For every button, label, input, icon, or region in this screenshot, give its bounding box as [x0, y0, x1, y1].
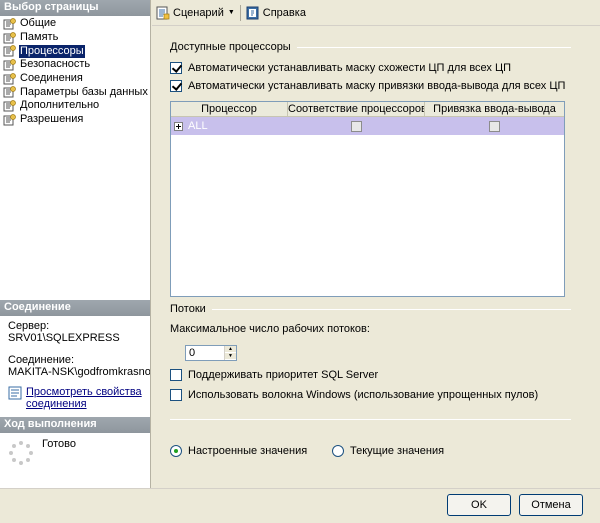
server-label: Сервер: — [8, 320, 50, 332]
progress-header: Ход выполнения — [0, 417, 150, 433]
max-threads-input[interactable] — [186, 346, 224, 360]
configured-values-option[interactable]: Настроенные значения — [170, 445, 307, 457]
sidebar-item-processors[interactable]: Процессоры — [3, 44, 149, 58]
page-list: Общие Память Процессоры Безопасность Сое… — [3, 17, 149, 127]
connection-header: Соединение — [0, 300, 150, 316]
script-label: Сценарий — [173, 6, 224, 19]
sidebar-item-label: Разрешения — [20, 113, 84, 126]
processor-name: ALL — [188, 120, 208, 132]
configured-values-label: Настроенные значения — [188, 445, 308, 457]
max-threads-label: Максимальное число рабочих потоков: — [170, 323, 370, 335]
auto-io-affinity-row[interactable]: Автоматически устанавливать маску привяз… — [170, 80, 565, 92]
running-values-label: Текущие значения — [350, 445, 445, 457]
view-connection-properties-link[interactable]: Просмотреть свойства соединения — [26, 386, 150, 410]
column-header-processor[interactable]: Процессор — [171, 102, 288, 116]
processor-grid[interactable]: Процессор Соответствие процессоров Привя… — [170, 101, 565, 297]
sidebar-item-label: Память — [20, 31, 59, 44]
boost-priority-label: Поддерживать приоритет SQL Server — [188, 369, 379, 381]
sidebar-item-label: Дополнительно — [20, 99, 100, 112]
table-row[interactable]: ALL — [171, 117, 564, 135]
sidebar-item-label: Безопасность — [20, 58, 91, 71]
help-label: Справка — [262, 6, 306, 19]
sidebar-item-general[interactable]: Общие — [3, 17, 149, 31]
column-header-io-affinity[interactable]: Привязка ввода-вывода — [425, 102, 564, 116]
connection-value: MAKITA-NSK\godfromkrasnoyarsl — [8, 366, 150, 378]
sidebar-item-advanced[interactable]: Дополнительно — [3, 99, 149, 113]
grid-header: Процессор Соответствие процессоров Привя… — [171, 102, 564, 117]
properties-icon — [8, 386, 22, 400]
progress-spinner-icon — [9, 441, 33, 465]
sidebar-item-label: Общие — [20, 17, 57, 30]
progress-status: Готово — [42, 438, 76, 450]
page-icon — [3, 45, 16, 57]
page-icon — [3, 113, 16, 126]
processors-group-title: Доступные процессоры — [170, 41, 571, 53]
max-threads-stepper[interactable]: ▲ ▼ — [185, 345, 237, 361]
divider — [170, 419, 571, 420]
page-icon — [3, 86, 16, 98]
sidebar-item-label: Соединения — [20, 72, 83, 85]
sidebar-item-connections[interactable]: Соединения — [3, 72, 149, 86]
auto-io-affinity-checkbox[interactable] — [170, 80, 182, 92]
sidebar: Выбор страницы Общие Память Процессоры Б… — [0, 0, 151, 488]
help-button[interactable]: Справка — [244, 3, 308, 23]
script-button[interactable]: Сценарий ▼ — [154, 3, 237, 23]
help-icon — [246, 6, 259, 19]
sidebar-item-label: Параметры базы данных — [20, 85, 148, 98]
io-affinity-cell — [425, 120, 564, 132]
connection-info: Сервер: SRV01\SQLEXPRESS Соединение: MAK… — [8, 320, 150, 410]
page-icon — [3, 100, 16, 112]
ok-button[interactable]: OK — [447, 494, 511, 516]
toolbar: Сценарий ▼ Справка — [152, 0, 600, 26]
threads-group-title: Потоки — [170, 303, 571, 315]
auto-affinity-checkbox[interactable] — [170, 62, 182, 74]
sidebar-item-database-settings[interactable]: Параметры базы данных — [3, 85, 149, 99]
sidebar-item-label: Процессоры — [19, 44, 85, 58]
dialog-footer: OK Отмена — [0, 488, 600, 523]
running-values-radio[interactable] — [332, 445, 344, 457]
connection-label: Соединение: — [8, 354, 75, 366]
use-fibers-label: Использовать волокна Windows (использова… — [188, 389, 539, 401]
page-icon — [3, 59, 16, 71]
auto-affinity-label: Автоматически устанавливать маску схожес… — [188, 62, 512, 74]
threads-group-label: Потоки — [170, 303, 206, 315]
script-icon — [156, 6, 170, 19]
stepper-up-icon[interactable]: ▲ — [225, 346, 236, 353]
sidebar-item-memory[interactable]: Память — [3, 31, 149, 45]
running-values-option[interactable]: Текущие значения — [332, 445, 444, 457]
main-content: Доступные процессоры Автоматически устан… — [152, 27, 600, 488]
boost-priority-row[interactable]: Поддерживать приоритет SQL Server — [170, 369, 378, 381]
expand-icon[interactable] — [174, 121, 183, 131]
toolbar-separator — [239, 4, 241, 21]
affinity-cell — [288, 120, 425, 132]
page-icon — [3, 31, 16, 44]
cancel-button[interactable]: Отмена — [519, 494, 583, 516]
use-fibers-checkbox[interactable] — [170, 389, 182, 401]
configured-values-radio[interactable] — [170, 445, 182, 457]
auto-affinity-row[interactable]: Автоматически устанавливать маску схожес… — [170, 62, 511, 74]
select-page-header: Выбор страницы — [0, 0, 150, 16]
stepper-down-icon[interactable]: ▼ — [225, 353, 236, 360]
max-threads-label-row: Максимальное число рабочих потоков: — [170, 323, 370, 335]
sidebar-item-security[interactable]: Безопасность — [3, 58, 149, 72]
use-fibers-row[interactable]: Использовать волокна Windows (использова… — [170, 389, 538, 401]
column-header-affinity[interactable]: Соответствие процессоров — [288, 102, 425, 116]
processor-cell: ALL — [171, 120, 288, 132]
chevron-down-icon[interactable]: ▼ — [228, 9, 235, 16]
server-value: SRV01\SQLEXPRESS — [8, 332, 120, 344]
auto-io-affinity-label: Автоматически устанавливать маску привяз… — [188, 80, 566, 92]
io-affinity-checkbox[interactable] — [489, 120, 500, 132]
affinity-checkbox[interactable] — [351, 120, 362, 132]
page-icon — [3, 17, 16, 30]
page-icon — [3, 72, 16, 85]
processors-group-label: Доступные процессоры — [170, 41, 291, 53]
sidebar-item-permissions[interactable]: Разрешения — [3, 113, 149, 127]
boost-priority-checkbox[interactable] — [170, 369, 182, 381]
